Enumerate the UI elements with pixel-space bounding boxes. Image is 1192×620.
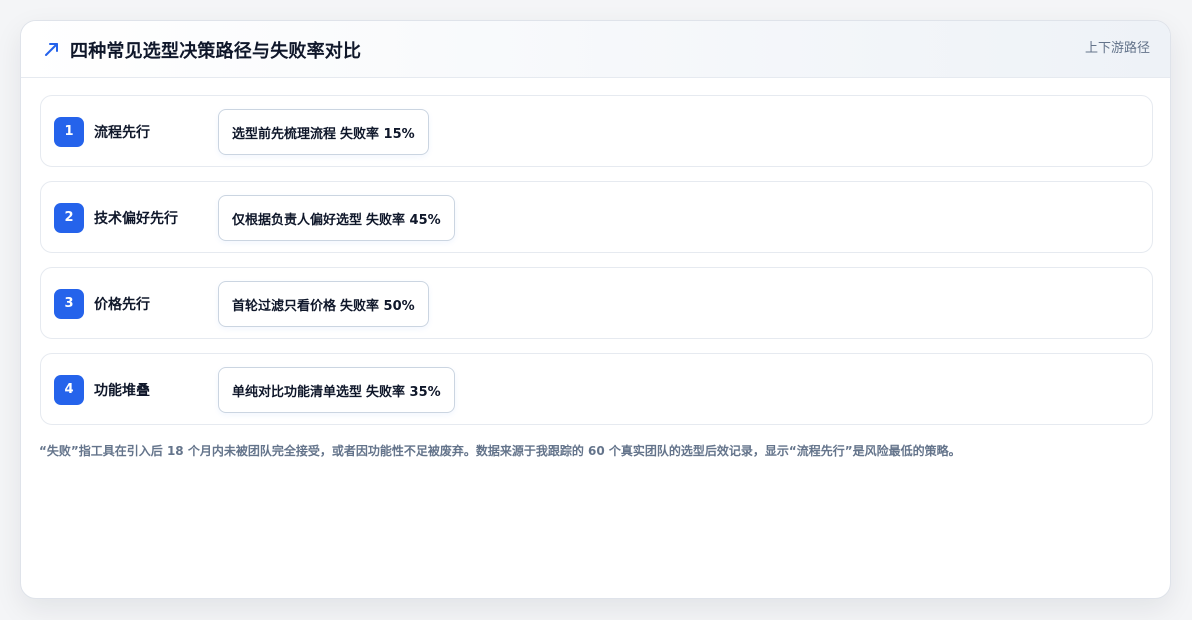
path-description: 仅根据负责人偏好选型 bbox=[232, 212, 363, 228]
card-title: 四种常见选型决策路径与失败率对比 bbox=[70, 41, 362, 62]
path-row-4: 4 功能堆叠 单纯对比功能清单选型 失败率 35% bbox=[40, 353, 1153, 425]
path-row-1: 1 流程先行 选型前先梳理流程 失败率 15% bbox=[40, 95, 1153, 167]
path-name: 技术偏好先行 bbox=[94, 211, 178, 227]
footnote: “失败”指工具在引入后 18 个月内未被团队完全接受，或者因功能性不足被废弃。数… bbox=[39, 444, 961, 458]
path-name: 功能堆叠 bbox=[94, 383, 150, 399]
path-description-box: 首轮过滤只看价格 失败率 50% bbox=[218, 281, 429, 327]
path-row-3: 3 价格先行 首轮过滤只看价格 失败率 50% bbox=[40, 267, 1153, 339]
path-number-badge: 4 bbox=[54, 375, 84, 405]
path-description: 选型前先梳理流程 bbox=[232, 126, 337, 142]
path-number-badge: 1 bbox=[54, 117, 84, 147]
path-number-badge: 2 bbox=[54, 203, 84, 233]
comparison-card: 四种常见选型决策路径与失败率对比 上下游路径 1 流程先行 选型前先梳理流程 失… bbox=[20, 20, 1171, 599]
path-tag: 上下游路径 bbox=[1084, 41, 1150, 56]
path-name: 流程先行 bbox=[94, 125, 150, 141]
path-description-box: 仅根据负责人偏好选型 失败率 45% bbox=[218, 195, 455, 241]
path-description-box: 选型前先梳理流程 失败率 15% bbox=[218, 109, 429, 155]
path-name: 价格先行 bbox=[94, 297, 150, 313]
path-description: 单纯对比功能清单选型 bbox=[232, 384, 363, 400]
path-description-box: 单纯对比功能清单选型 失败率 35% bbox=[218, 367, 455, 413]
path-failure-rate: 失败率 35% bbox=[366, 384, 441, 400]
path-failure-rate: 失败率 45% bbox=[366, 212, 441, 228]
trend-arrow-icon bbox=[45, 43, 58, 56]
path-failure-rate: 失败率 15% bbox=[340, 126, 415, 142]
path-description: 首轮过滤只看价格 bbox=[232, 298, 337, 314]
path-list: 1 流程先行 选型前先梳理流程 失败率 15% 2 技术偏好先行 仅根据负责人偏… bbox=[40, 95, 1153, 439]
card-header: 四种常见选型决策路径与失败率对比 上下游路径 bbox=[21, 21, 1170, 78]
path-row-2: 2 技术偏好先行 仅根据负责人偏好选型 失败率 45% bbox=[40, 181, 1153, 253]
path-failure-rate: 失败率 50% bbox=[340, 298, 415, 314]
path-number-badge: 3 bbox=[54, 289, 84, 319]
